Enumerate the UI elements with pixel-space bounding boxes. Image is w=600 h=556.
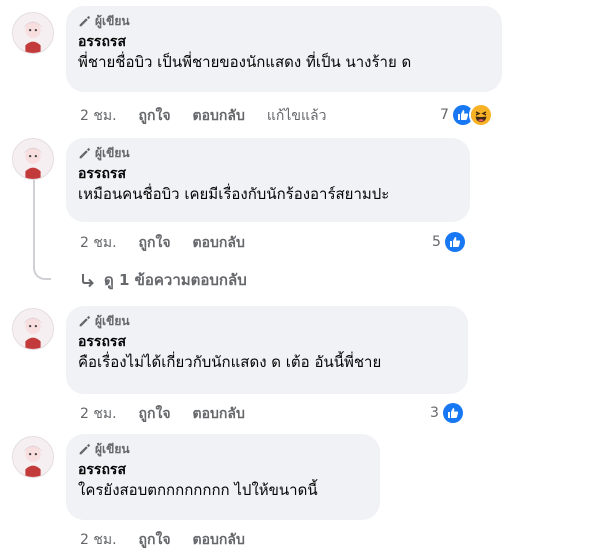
view-replies-label: ดู 1 ข้อความตอบกลับ — [104, 271, 247, 289]
comment-bubble: ผู้เขียน อรรถรส พี่ชายชื่อบิว เป็นพี่ชาย… — [66, 6, 502, 92]
pencil-icon — [79, 15, 91, 26]
reply-button[interactable]: ตอบกลับ — [193, 105, 245, 127]
comment-actions: 2 ชม. ถูกใจ ตอบกลับ แก้ไขแล้ว — [80, 106, 348, 126]
pencil-icon — [79, 443, 91, 454]
comment-text: เหมือนคนชื่อบิว เคยมีเรื่องกับนักร้องอาร… — [78, 185, 390, 203]
pencil-icon — [79, 315, 91, 326]
badge-label: ผู้เขียน — [95, 441, 130, 456]
author-badge: ผู้เขียน — [78, 13, 490, 29]
avatar[interactable] — [12, 138, 54, 180]
comment-bubble: ผู้เขียน อรรถรส ใครยังสอบตกกกกกกกก ไปให้… — [66, 434, 380, 520]
badge-label: ผู้เขียน — [95, 145, 130, 160]
like-button[interactable]: ถูกใจ — [139, 232, 171, 254]
avatar[interactable] — [12, 12, 54, 54]
like-button[interactable]: ถูกใจ — [139, 403, 171, 425]
comment-time[interactable]: 2 ชม. — [80, 105, 117, 127]
author-badge: ผู้เขียน — [78, 313, 456, 329]
comment-text: ใครยังสอบตกกกกกกกก ไปให้ขนาดนี้ — [78, 481, 318, 499]
like-icon — [440, 401, 465, 425]
pencil-icon — [79, 147, 91, 158]
comment-bubble: ผู้เขียน อรรถรส คือเรื่องไม่ได้เกี่ยวกับ… — [66, 306, 468, 394]
reply-arrow-icon — [82, 274, 94, 288]
reaction-count: 5 — [432, 234, 441, 250]
reaction-summary[interactable]: 7 — [440, 103, 493, 127]
reaction-summary[interactable]: 5 — [432, 230, 467, 254]
like-icon — [442, 230, 467, 254]
reply-button[interactable]: ตอบกลับ — [193, 232, 245, 254]
reply-thread-line — [33, 180, 51, 280]
comment-thread: ผู้เขียน อรรถรส พี่ชายชื่อบิว เป็นพี่ชาย… — [0, 0, 600, 556]
comment-actions: 2 ชม. ถูกใจ ตอบกลับ — [80, 530, 267, 550]
comment-time[interactable]: 2 ชม. — [80, 403, 117, 425]
comment-author[interactable]: อรรถรส — [78, 165, 458, 183]
badge-label: ผู้เขียน — [95, 313, 130, 328]
edited-label[interactable]: แก้ไขแล้ว — [267, 105, 327, 127]
comment-actions: 2 ชม. ถูกใจ ตอบกลับ — [80, 233, 267, 253]
comment-author[interactable]: อรรถรส — [78, 461, 368, 479]
reply-button[interactable]: ตอบกลับ — [193, 403, 245, 425]
reaction-count: 7 — [440, 107, 449, 123]
comment-text: คือเรื่องไม่ได้เกี่ยวกับนักแสดง ด เต้อ อ… — [78, 353, 382, 371]
author-badge: ผู้เขียน — [78, 145, 458, 161]
badge-label: ผู้เขียน — [95, 13, 130, 28]
comment-actions: 2 ชม. ถูกใจ ตอบกลับ — [80, 404, 267, 424]
haha-icon — [468, 103, 493, 127]
avatar[interactable] — [12, 436, 54, 478]
comment-text: พี่ชายชื่อบิว เป็นพี่ชายของนักแสดง ที่เป… — [78, 53, 412, 71]
reaction-count: 3 — [430, 405, 439, 421]
comment-bubble: ผู้เขียน อรรถรส เหมือนคนชื่อบิว เคยมีเรื… — [66, 138, 470, 222]
comment-author[interactable]: อรรถรส — [78, 33, 490, 51]
reaction-summary[interactable]: 3 — [430, 401, 465, 425]
comment-time[interactable]: 2 ชม. — [80, 529, 117, 551]
like-button[interactable]: ถูกใจ — [139, 105, 171, 127]
view-replies-link[interactable]: ดู 1 ข้อความตอบกลับ — [80, 268, 247, 292]
comment-author[interactable]: อรรถรส — [78, 333, 456, 351]
avatar[interactable] — [12, 308, 54, 350]
author-badge: ผู้เขียน — [78, 441, 368, 457]
reply-button[interactable]: ตอบกลับ — [193, 529, 245, 551]
like-button[interactable]: ถูกใจ — [139, 529, 171, 551]
comment-time[interactable]: 2 ชม. — [80, 232, 117, 254]
